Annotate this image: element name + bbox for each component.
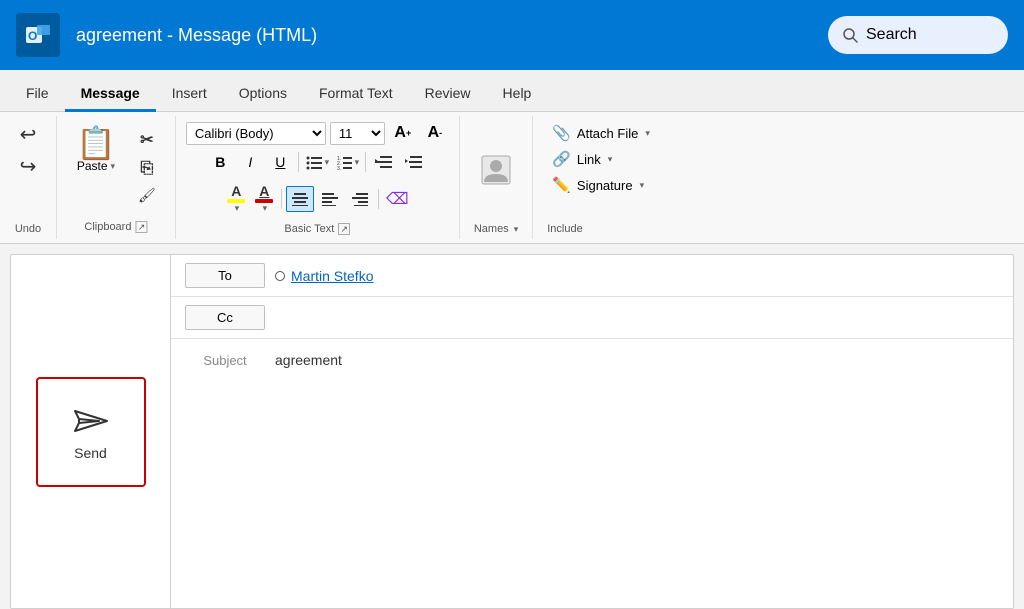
clipboard-group-label: Clipboard ↗ <box>84 217 147 233</box>
include-group-label: Include <box>547 219 655 235</box>
clipboard-expand[interactable]: ↗ <box>135 221 147 233</box>
names-button[interactable] <box>478 120 514 219</box>
cut-button[interactable]: ✂ <box>129 126 165 154</box>
search-label: Search <box>866 26 917 44</box>
tab-options[interactable]: Options <box>223 77 303 112</box>
bold-button[interactable]: B <box>206 149 234 175</box>
increase-indent-button[interactable] <box>400 149 428 175</box>
clear-format-button[interactable]: ⌫ <box>383 186 411 212</box>
fields-area: To Martin Stefko Cc Subject agreement <box>171 255 1013 608</box>
send-button[interactable]: Send <box>36 377 146 487</box>
signature-button[interactable]: ✏️ Signature ▾ <box>547 172 655 198</box>
underline-button[interactable]: U <box>266 149 294 175</box>
divider3 <box>281 189 282 209</box>
decrease-indent-button[interactable] <box>370 149 398 175</box>
send-label: Send <box>74 445 107 461</box>
outlook-icon: O <box>16 13 60 57</box>
to-field: To Martin Stefko <box>171 255 1013 297</box>
tab-file[interactable]: File <box>10 77 65 112</box>
compose-area: Send To Martin Stefko Cc Subject agreeme… <box>10 254 1014 609</box>
subject-field: Subject agreement <box>171 339 1013 381</box>
divider4 <box>378 189 379 209</box>
search-icon <box>842 27 858 43</box>
copy-button[interactable]: ⎘ <box>129 156 165 182</box>
tab-insert[interactable]: Insert <box>156 77 223 112</box>
divider <box>298 152 299 172</box>
undo-group: ↩ ↪ Undo <box>0 116 57 239</box>
font-color-button[interactable]: A ▾ <box>251 180 277 217</box>
to-recipients: Martin Stefko <box>275 268 1013 284</box>
svg-text:3.: 3. <box>337 166 341 170</box>
tab-review[interactable]: Review <box>409 77 487 112</box>
italic-button[interactable]: I <box>236 149 264 175</box>
basic-text-group-label: Basic Text ↗ <box>284 219 350 235</box>
undo-button[interactable]: ↩ <box>10 120 46 150</box>
title-bar: O agreement - Message (HTML) Search <box>0 0 1024 70</box>
ribbon-tabs: File Message Insert Options Format Text … <box>0 70 1024 112</box>
names-group-label: Names ▾ <box>474 219 518 235</box>
send-arrow-icon <box>71 403 111 439</box>
divider2 <box>365 152 366 172</box>
paste-button[interactable]: 📋 Paste ▾ <box>67 122 125 178</box>
highlight-color-button[interactable]: A ▾ <box>223 180 249 217</box>
recipient-name[interactable]: Martin Stefko <box>291 268 373 284</box>
window-title: agreement - Message (HTML) <box>76 25 828 46</box>
undo-group-label: Undo <box>15 219 41 235</box>
include-group: 📎 Attach File ▾ 🔗 Link ▾ ✏️ Signature ▾ … <box>533 116 669 239</box>
search-box[interactable]: Search <box>828 16 1008 54</box>
tab-format-text[interactable]: Format Text <box>303 77 409 112</box>
redo-button[interactable]: ↪ <box>10 152 46 182</box>
font-family-select[interactable]: Calibri (Body) Arial Times New Roman <box>186 122 326 145</box>
link-button[interactable]: 🔗 Link ▾ <box>547 146 655 172</box>
cc-recipients[interactable] <box>275 308 1013 328</box>
subject-label: Subject <box>185 353 265 368</box>
cc-field: Cc <box>171 297 1013 339</box>
svg-text:O: O <box>28 29 37 43</box>
tab-help[interactable]: Help <box>487 77 548 112</box>
ribbon-content: ↩ ↪ Undo 📋 Paste ▾ ✂ ⎘ 🖌 <box>0 112 1024 244</box>
font-size-select[interactable]: 11 8910 121416 <box>330 122 385 145</box>
to-button[interactable]: To <box>185 263 265 288</box>
numbering-button[interactable]: 1.2.3. ▾ <box>333 149 361 175</box>
format-painter-button[interactable]: 🖌 <box>129 184 165 207</box>
subject-value[interactable]: agreement <box>275 352 342 368</box>
cc-button[interactable]: Cc <box>185 305 265 330</box>
bullets-button[interactable]: ▾ <box>303 149 331 175</box>
align-left-button[interactable] <box>316 186 344 212</box>
tab-message[interactable]: Message <box>65 77 156 112</box>
names-icon <box>478 152 514 188</box>
attach-file-button[interactable]: 📎 Attach File ▾ <box>547 120 655 146</box>
basic-text-expand[interactable]: ↗ <box>338 223 350 235</box>
decrease-font-size-button[interactable]: A- <box>421 120 449 146</box>
align-right-button[interactable] <box>346 186 374 212</box>
align-center-button[interactable] <box>286 186 314 212</box>
send-section: Send <box>11 255 171 608</box>
clipboard-group: 📋 Paste ▾ ✂ ⎘ 🖌 Clipboard ↗ <box>57 116 176 239</box>
recipient-dot <box>275 271 285 281</box>
font-group: Calibri (Body) Arial Times New Roman 11 … <box>176 116 460 239</box>
names-group: Names ▾ <box>460 116 533 239</box>
increase-font-size-button[interactable]: A+ <box>389 120 417 146</box>
